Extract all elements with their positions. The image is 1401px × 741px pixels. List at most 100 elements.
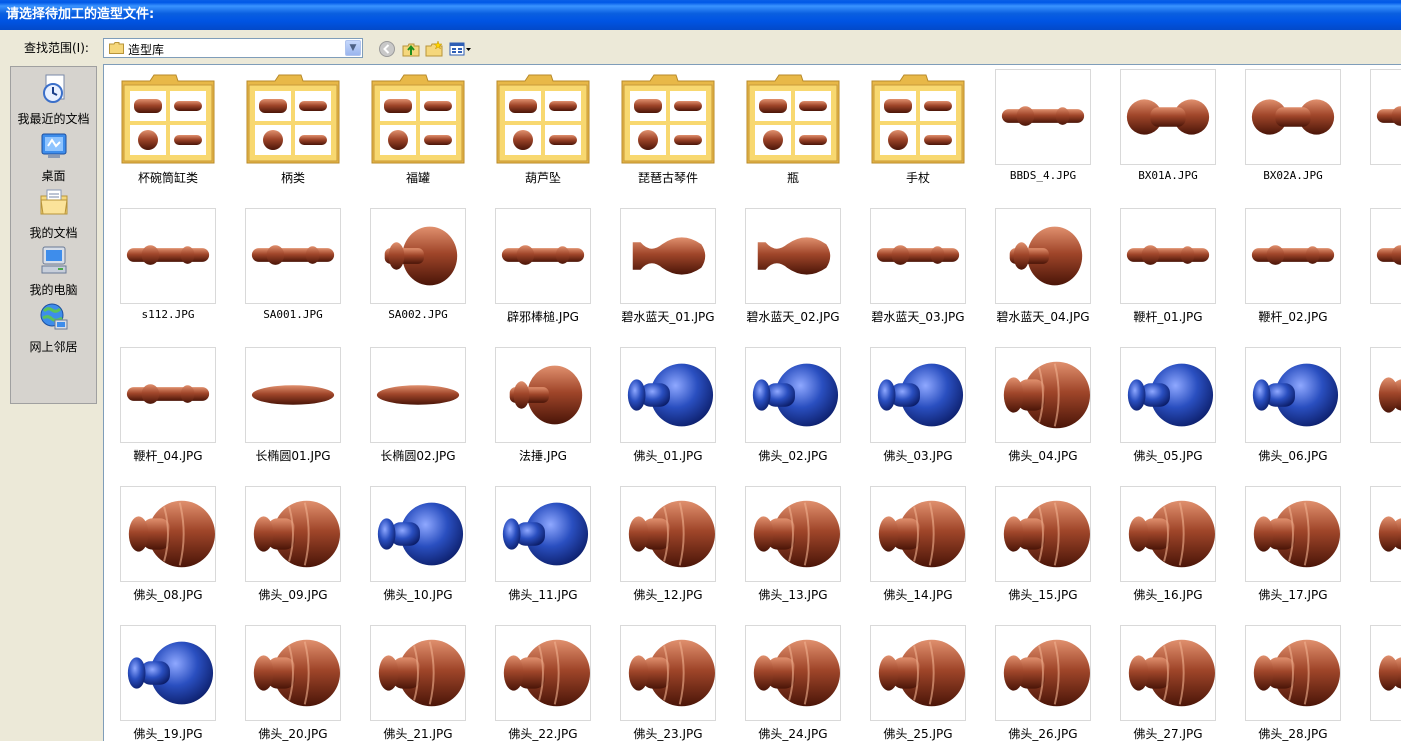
image-thumbnail	[120, 208, 216, 304]
file-name: s	[1354, 169, 1401, 182]
image-thumbnail	[995, 486, 1091, 582]
folder-thumbnail	[370, 69, 466, 165]
file-name: 琵琶古琴件	[637, 171, 698, 185]
folder-icon	[121, 74, 215, 164]
place-my-documents[interactable]: 我的文档	[11, 187, 96, 241]
model-preview-image	[378, 639, 465, 707]
network-places-icon	[40, 303, 67, 330]
image-thumbnail	[495, 347, 591, 443]
file-name: 佛头_26.JPG	[1008, 727, 1078, 741]
file-name: 佛头_04.JPG	[1008, 449, 1078, 463]
file-name: 佛头_11.JPG	[508, 588, 578, 602]
model-preview-image	[878, 500, 965, 568]
image-thumbnail	[495, 625, 591, 721]
image-thumbnail	[245, 347, 341, 443]
file-name: 长椭圆01.JPG	[255, 449, 331, 463]
image-thumbnail	[120, 347, 216, 443]
place-desktop[interactable]: 桌面	[11, 130, 96, 184]
image-thumbnail	[870, 486, 966, 582]
model-preview-image	[1376, 245, 1401, 265]
my-computer-icon	[41, 246, 66, 274]
file-name: 佛头_17.JPG	[1258, 588, 1328, 602]
image-thumbnail	[870, 208, 966, 304]
image-thumbnail	[1120, 347, 1216, 443]
dialog-titlebar: 请选择待加工的造型文件:	[0, 0, 1401, 30]
model-preview-image	[251, 245, 335, 265]
place-my-computer[interactable]: 我的电脑	[11, 244, 96, 298]
folder-thumbnail	[495, 69, 591, 165]
folder-icon	[871, 74, 965, 164]
model-preview-image	[1126, 245, 1210, 265]
model-preview-image	[1128, 500, 1215, 568]
image-thumbnail	[370, 625, 466, 721]
image-thumbnail	[745, 486, 841, 582]
file-name: 长椭圆02.JPG	[380, 449, 456, 463]
file-name: 碧水蓝天_04.JPG	[996, 310, 1090, 324]
folder-icon	[746, 74, 840, 164]
model-preview-image	[877, 363, 964, 427]
image-thumbnail	[245, 208, 341, 304]
model-preview-image	[1378, 516, 1401, 552]
file-name: 佛头_12.JPG	[633, 588, 703, 602]
file-name: BX01A.JPG	[1138, 169, 1198, 182]
image-thumbnail	[870, 347, 966, 443]
model-preview-image	[1251, 99, 1335, 135]
model-preview-image	[627, 363, 714, 427]
file-name: 佛头_23.JPG	[633, 727, 703, 741]
model-preview-image	[1252, 363, 1339, 427]
place-network-places[interactable]: 网上邻居	[11, 301, 96, 355]
new-folder-icon[interactable]	[425, 40, 443, 58]
file-name: 佛头_19.JPG	[133, 727, 203, 741]
file-name: 佛头_27.JPG	[1133, 727, 1203, 741]
model-preview-image	[126, 245, 210, 265]
image-thumbnail	[1370, 625, 1401, 721]
image-thumbnail	[1245, 208, 1341, 304]
model-preview-image	[878, 639, 965, 707]
file-name: 佛头_25.JPG	[883, 727, 953, 741]
file-name: 鞭杆	[1354, 308, 1401, 325]
model-preview-image	[377, 502, 464, 566]
image-thumbnail	[995, 208, 1091, 304]
model-preview-image	[126, 384, 210, 404]
model-preview-image	[1253, 639, 1340, 707]
place-label: 我最近的文档	[17, 112, 90, 126]
up-folder-icon[interactable]	[402, 40, 420, 58]
file-name: 柄类	[280, 171, 305, 185]
model-preview-image	[628, 639, 715, 707]
place-label: 我的文档	[29, 226, 78, 240]
model-preview-image	[502, 502, 589, 566]
model-preview-image	[1009, 226, 1083, 286]
back-icon[interactable]	[378, 40, 396, 58]
model-preview-image	[253, 639, 340, 707]
lookin-combobox[interactable]: 造型库 ▼	[103, 38, 363, 58]
view-menu-icon[interactable]	[449, 40, 473, 58]
image-thumbnail	[745, 347, 841, 443]
model-preview-image	[757, 237, 831, 275]
file-name: 佛头_02.JPG	[758, 449, 828, 463]
model-preview-image	[253, 500, 340, 568]
file-list-view[interactable]: 杯碗筒缸类 柄类 福罐 葫芦坠 琵琶古琴件 瓶 手杖 BBDS_4.JPG BX…	[103, 64, 1401, 741]
folder-icon	[371, 74, 465, 164]
file-name: 佛头_06.JPG	[1258, 449, 1328, 463]
place-recent-documents[interactable]: 我最近的文档	[11, 73, 96, 127]
image-thumbnail	[745, 208, 841, 304]
folder-icon	[621, 74, 715, 164]
model-preview-image	[501, 245, 585, 265]
image-thumbnail	[1245, 347, 1341, 443]
chevron-down-icon[interactable]: ▼	[345, 40, 361, 56]
model-preview-image	[1003, 639, 1090, 707]
folder-thumbnail	[870, 69, 966, 165]
image-thumbnail	[620, 208, 716, 304]
file-name: 碧水蓝天_01.JPG	[621, 310, 715, 324]
image-thumbnail	[995, 347, 1091, 443]
desktop-icon	[41, 133, 66, 158]
file-name: 佛头_01.JPG	[633, 449, 703, 463]
image-thumbnail	[1370, 69, 1401, 165]
file-name: 佛头_14.JPG	[883, 588, 953, 602]
file-name: 佛头	[1354, 586, 1401, 603]
image-thumbnail	[370, 208, 466, 304]
my-documents-icon	[39, 189, 68, 215]
model-preview-image	[127, 641, 214, 705]
model-preview-image	[753, 639, 840, 707]
image-thumbnail	[745, 625, 841, 721]
